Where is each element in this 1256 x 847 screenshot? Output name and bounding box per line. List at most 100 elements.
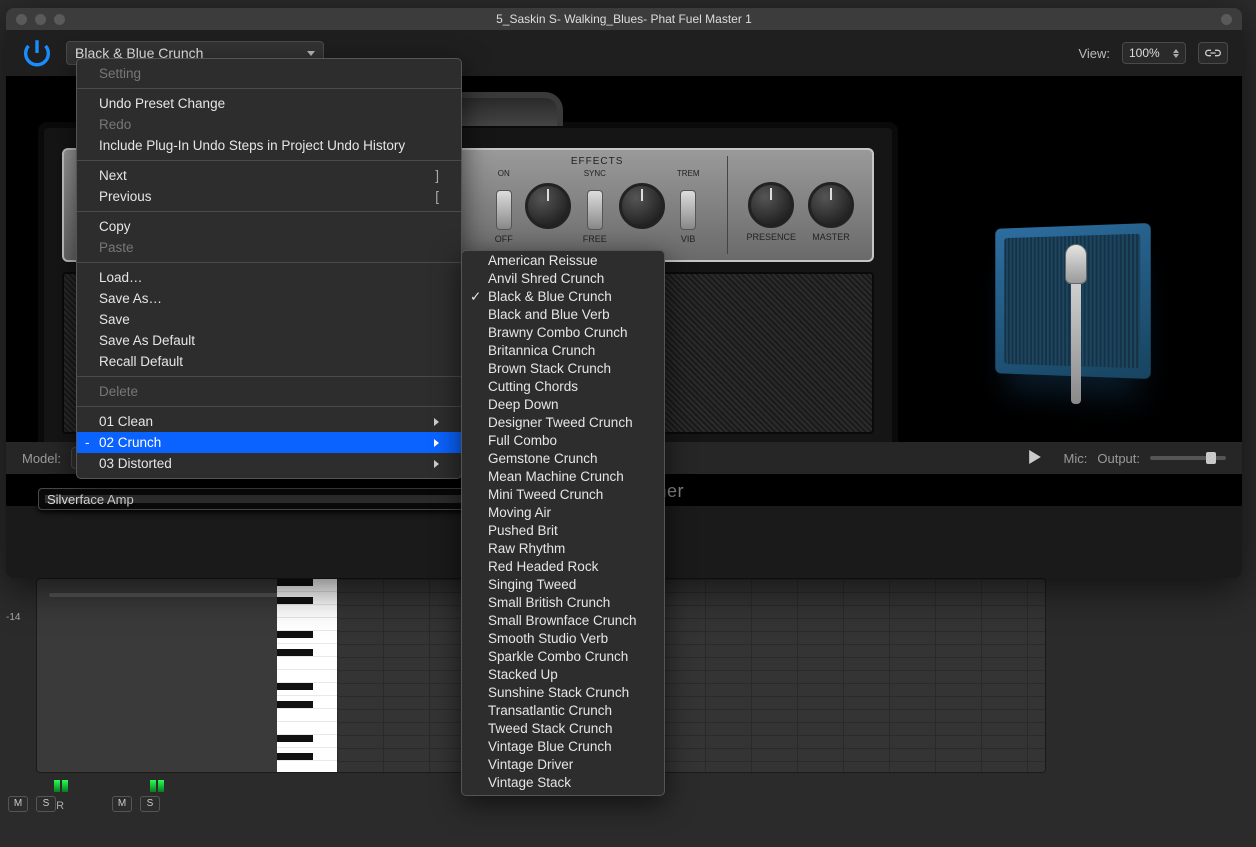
meter-area: -14 xyxy=(6,612,28,772)
menu-delete: Delete xyxy=(77,381,461,402)
preset-item[interactable]: Gemstone Crunch xyxy=(462,449,664,467)
preset-item[interactable]: Britannica Crunch xyxy=(462,341,664,359)
preset-item[interactable]: Stacked Up xyxy=(462,665,664,683)
minimize-window-icon[interactable] xyxy=(35,14,46,25)
effects-on-off-switch[interactable] xyxy=(496,190,512,230)
effects-section-label: EFFECTS xyxy=(571,156,624,167)
preset-item[interactable]: Pushed Brit xyxy=(462,521,664,539)
menu-paste: Paste xyxy=(77,237,461,258)
zoom-window-icon[interactable] xyxy=(54,14,65,25)
preset-item[interactable]: Vintage Blue Crunch xyxy=(462,737,664,755)
menu-copy[interactable]: Copy xyxy=(77,216,461,237)
solo-button[interactable]: S xyxy=(36,796,56,812)
chevron-right-icon xyxy=(434,439,439,447)
menu-cat-distorted[interactable]: 03 Distorted xyxy=(77,453,461,474)
level-meter-r-2 xyxy=(158,780,164,792)
preset-item[interactable]: Vintage Stack xyxy=(462,773,664,791)
close-window-icon[interactable] xyxy=(16,14,27,25)
chevron-right-icon xyxy=(434,418,439,426)
preset-item[interactable]: Red Headed Rock xyxy=(462,557,664,575)
preset-item[interactable]: Transatlantic Crunch xyxy=(462,701,664,719)
menu-save-as[interactable]: Save As… xyxy=(77,288,461,309)
check-icon: ✓ xyxy=(470,289,481,305)
presence-knob[interactable] xyxy=(748,182,794,228)
preset-item[interactable]: Anvil Shred Crunch xyxy=(462,269,664,287)
preset-item[interactable]: Raw Rhythm xyxy=(462,539,664,557)
menu-save-default[interactable]: Save As Default xyxy=(77,330,461,351)
trem-vib-switch[interactable] xyxy=(680,190,696,230)
preset-item[interactable]: Singing Tweed xyxy=(462,575,664,593)
menu-undo-preset[interactable]: Undo Preset Change xyxy=(77,93,461,114)
preset-item[interactable]: Sparkle Combo Crunch xyxy=(462,647,664,665)
model-label: Model: xyxy=(22,451,61,466)
preset-item[interactable]: Mini Tweed Crunch xyxy=(462,485,664,503)
preset-item[interactable]: American Reissue xyxy=(462,251,664,269)
output-slider[interactable] xyxy=(1150,456,1226,460)
preset-item[interactable]: Deep Down xyxy=(462,395,664,413)
menu-cat-crunch[interactable]: -02 Crunch xyxy=(77,432,461,453)
mute-button-2[interactable]: M xyxy=(112,796,132,812)
note-grid[interactable] xyxy=(337,579,1045,772)
menu-include-undo[interactable]: Include Plug-In Undo Steps in Project Un… xyxy=(77,135,461,156)
preset-item[interactable]: Full Combo xyxy=(462,431,664,449)
menu-redo: Redo xyxy=(77,114,461,135)
solo-button-2[interactable]: S xyxy=(140,796,160,812)
window-menu-icon[interactable] xyxy=(1221,14,1232,25)
preset-context-menu[interactable]: Setting Undo Preset Change Redo Include … xyxy=(76,58,462,479)
window-title: 5_Saskin S- Walking_Blues- Phat Fuel Mas… xyxy=(6,12,1242,26)
amp-dropdown[interactable]: Silverface Amp xyxy=(38,488,478,510)
play-icon[interactable] xyxy=(1028,450,1042,467)
menu-setting: Setting xyxy=(77,63,461,84)
view-label: View: xyxy=(1078,46,1110,61)
preset-item[interactable]: Small British Crunch xyxy=(462,593,664,611)
on-label: ON xyxy=(498,169,510,178)
menu-save[interactable]: Save xyxy=(77,309,461,330)
preset-item[interactable]: Brawny Combo Crunch xyxy=(462,323,664,341)
zoom-value: 100% xyxy=(1129,46,1160,60)
preset-item[interactable]: Small Brownface Crunch xyxy=(462,611,664,629)
trem-label: TREM xyxy=(677,169,700,178)
mic-label: Mic: xyxy=(1064,451,1088,466)
microphone[interactable] xyxy=(1065,244,1087,404)
link-button[interactable] xyxy=(1198,42,1228,64)
level-meter-r xyxy=(62,780,68,792)
level-meter-l-2 xyxy=(150,780,156,792)
preset-item[interactable]: Sunshine Stack Crunch xyxy=(462,683,664,701)
crunch-preset-submenu[interactable]: American ReissueAnvil Shred CrunchBlack … xyxy=(461,250,665,796)
menu-previous[interactable]: Previous[ xyxy=(77,186,461,207)
preset-item[interactable]: Black and Blue Verb xyxy=(462,305,664,323)
output-label: Output: xyxy=(1097,451,1140,466)
db-label: -14 xyxy=(6,612,28,623)
sync-label: SYNC xyxy=(584,169,606,178)
master-label: MASTER xyxy=(812,232,850,242)
master-knob[interactable] xyxy=(808,182,854,228)
menu-recall-default[interactable]: Recall Default xyxy=(77,351,461,372)
sync-free-switch[interactable] xyxy=(587,190,603,230)
menu-load[interactable]: Load… xyxy=(77,267,461,288)
mute-button[interactable]: M xyxy=(8,796,28,812)
preset-item[interactable]: Smooth Studio Verb xyxy=(462,629,664,647)
menu-cat-clean[interactable]: 01 Clean xyxy=(77,411,461,432)
zoom-dropdown[interactable]: 100% xyxy=(1122,42,1186,64)
preset-item[interactable]: Moving Air xyxy=(462,503,664,521)
amp-value: Silverface Amp xyxy=(47,492,134,507)
preset-item[interactable]: Mean Machine Crunch xyxy=(462,467,664,485)
level-meter-l xyxy=(54,780,60,792)
power-icon[interactable] xyxy=(20,36,54,70)
chevron-down-icon xyxy=(307,51,315,56)
chevron-right-icon xyxy=(434,460,439,468)
preset-item[interactable]: Cutting Chords xyxy=(462,377,664,395)
off-label: OFF xyxy=(495,234,513,244)
piano-keys[interactable] xyxy=(277,579,337,772)
preset-item[interactable]: Brown Stack Crunch xyxy=(462,359,664,377)
presence-label: PRESENCE xyxy=(746,232,796,242)
preset-item[interactable]: Black & Blue Crunch✓ xyxy=(462,287,664,305)
window-titlebar[interactable]: 5_Saskin S- Walking_Blues- Phat Fuel Mas… xyxy=(6,8,1242,30)
preset-item[interactable]: Designer Tweed Crunch xyxy=(462,413,664,431)
preset-item[interactable]: Vintage Driver xyxy=(462,755,664,773)
vib-label: VIB xyxy=(681,234,696,244)
effects-knob-2[interactable] xyxy=(619,183,665,229)
effects-knob-1[interactable] xyxy=(525,183,571,229)
preset-item[interactable]: Tweed Stack Crunch xyxy=(462,719,664,737)
menu-next[interactable]: Next] xyxy=(77,165,461,186)
